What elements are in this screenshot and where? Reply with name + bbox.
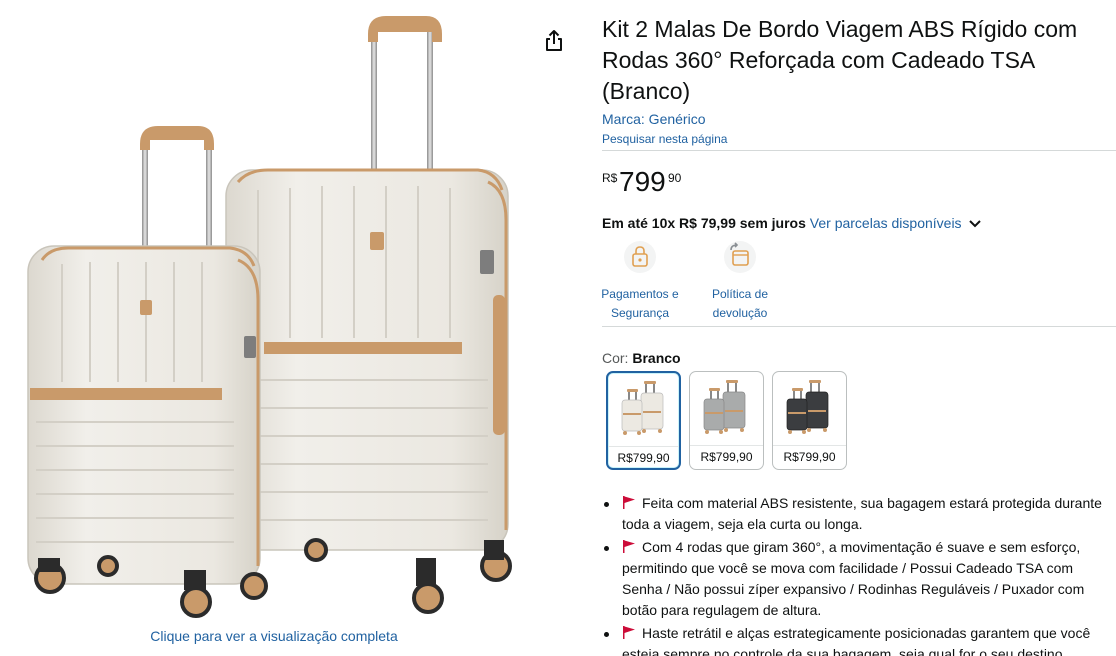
trust-badges: Pagamentos e Segurança Política de devoluç… — [601, 239, 1116, 320]
color-label: Cor: — [602, 350, 629, 366]
feature-text: Com 4 rodas que giram 360°, a movimentaç… — [622, 539, 1085, 618]
divider — [602, 326, 1116, 327]
installments-text: Em até 10x R$ 79,99 sem juros — [602, 215, 806, 231]
swatch-price: R$799,90 — [773, 445, 846, 464]
color-selection-label: Cor: Branco — [602, 350, 1116, 367]
full-view-link[interactable]: Clique para ver a visualização completa — [0, 628, 548, 644]
swatch-preto[interactable]: R$799,90 — [772, 371, 847, 470]
swatch-thumbnail — [786, 380, 829, 434]
swatch-branco[interactable]: R$799,90 — [606, 371, 681, 470]
bullet-dot — [604, 546, 609, 551]
chevron-down-icon[interactable] — [968, 219, 982, 229]
product-info-panel: Kit 2 Malas De Bordo Viagem ABS Rígido c… — [601, 14, 1116, 656]
swatch-price: R$799,90 — [608, 446, 679, 465]
swatch-price: R$799,90 — [690, 445, 763, 464]
bullet-dot — [604, 632, 609, 637]
badge-return-policy[interactable]: Política de devolução — [690, 239, 790, 323]
feature-bullets: Feita com material ABS resistente, sua b… — [602, 493, 1102, 656]
swatch-cinza[interactable]: R$799,90 — [689, 371, 764, 470]
product-main-image[interactable] — [18, 10, 528, 622]
swatch-thumbnail — [703, 380, 746, 434]
price: R$ 799 90 — [602, 167, 1116, 199]
feature-text: Haste retrátil e alças estrategicamente … — [622, 625, 1091, 656]
flag-icon — [623, 496, 635, 509]
swatch-thumbnail — [621, 381, 664, 435]
price-whole: 799 — [619, 166, 666, 197]
secure-payment-icon — [624, 241, 656, 273]
brand-link[interactable]: Marca: Genérico — [602, 110, 1116, 128]
bullet-dot — [604, 502, 609, 507]
badge-payment-security[interactable]: Pagamentos e Segurança — [590, 239, 690, 323]
product-title: Kit 2 Malas De Bordo Viagem ABS Rígido c… — [602, 16, 1078, 104]
divider — [602, 150, 1116, 151]
price-symbol: R$ — [602, 171, 618, 185]
search-page-link[interactable]: Pesquisar nesta página — [602, 132, 1116, 147]
large-suitcase — [225, 16, 512, 614]
return-policy-icon — [724, 241, 756, 273]
price-fraction: 90 — [668, 171, 682, 185]
feature-bullet: Com 4 rodas que giram 360°, a movimentaç… — [602, 537, 1102, 621]
installments-link[interactable]: Ver parcelas disponíveis — [810, 215, 962, 231]
feature-bullet: Haste retrátil e alças estrategicamente … — [602, 623, 1102, 656]
installments-info: Em até 10x R$ 79,99 sem juros Ver parcel… — [602, 214, 1116, 232]
share-icon[interactable] — [541, 28, 567, 54]
badge-label: Pagamentos e Segurança — [601, 287, 679, 320]
flag-icon — [623, 626, 635, 639]
image-panel: Clique para ver a visualização completa — [0, 0, 562, 656]
flag-icon — [623, 540, 635, 553]
badge-label: Política de devolução — [711, 287, 769, 320]
color-swatches: R$799,90 R$799,90 R$799,90 — [602, 371, 1116, 475]
feature-text: Feita com material ABS resistente, sua b… — [622, 495, 1102, 532]
feature-bullet: Feita com material ABS resistente, sua b… — [602, 493, 1102, 535]
color-value: Branco — [632, 350, 681, 366]
